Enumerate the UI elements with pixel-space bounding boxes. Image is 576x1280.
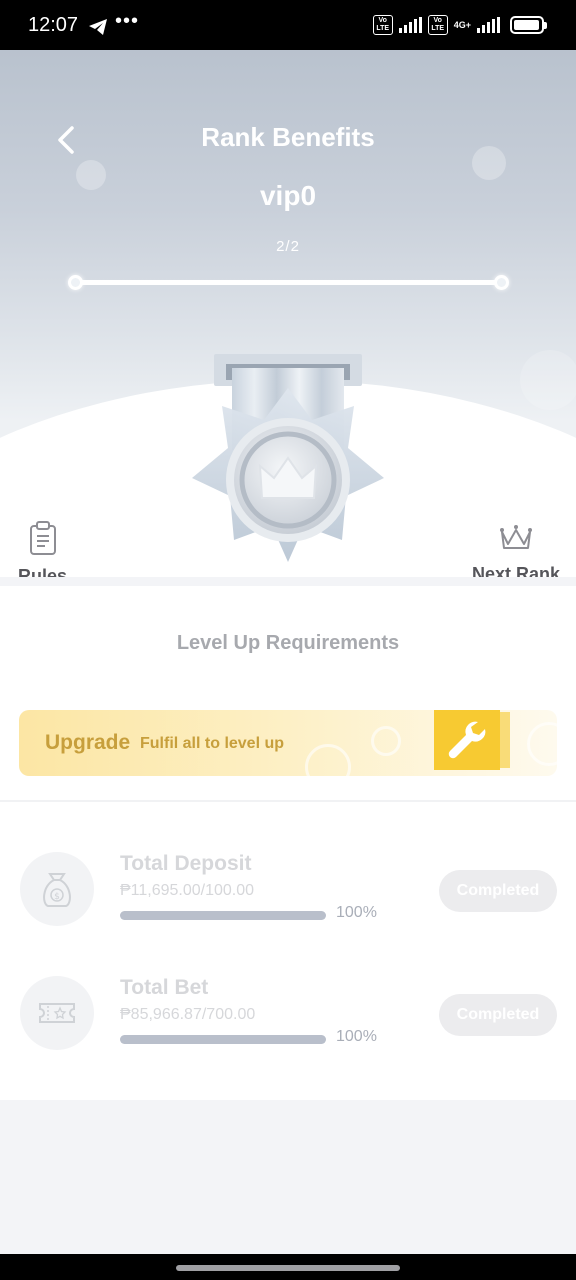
home-gesture-handle[interactable] <box>176 1265 400 1271</box>
rank-medal-icon <box>188 350 388 572</box>
page-title: Rank Benefits <box>201 122 375 152</box>
money-bag-icon: $ <box>20 852 94 926</box>
wrench-icon <box>434 710 500 770</box>
completed-button[interactable]: Completed <box>439 870 557 912</box>
decor-ring <box>371 726 401 756</box>
volte-icon: Vo LTE <box>427 15 448 35</box>
completed-button[interactable]: Completed <box>439 994 557 1036</box>
page-indicator: 2/2 <box>276 238 300 255</box>
rank-dot[interactable] <box>68 275 83 290</box>
signal-icon <box>398 17 422 33</box>
progress-bar <box>120 911 326 920</box>
battery-icon <box>510 16 547 34</box>
system-nav-bar <box>0 1254 576 1280</box>
next-rank-button[interactable]: Next Rank <box>472 520 560 580</box>
divider <box>0 800 576 802</box>
requirement-percent: 100% <box>336 1028 377 1045</box>
volte-icon: Vo LTE <box>372 15 393 35</box>
upgrade-label: Upgrade <box>45 731 131 754</box>
status-time: 12:07 <box>28 14 79 36</box>
rules-button[interactable]: Rules <box>18 520 67 580</box>
decor-ring <box>527 722 557 766</box>
svg-text:$: $ <box>54 892 60 902</box>
requirement-value: ₱11,695.00/100.00 <box>120 882 255 899</box>
requirement-item: $ Total Deposit ₱11,695.00/100.00 100% C… <box>0 852 576 932</box>
requirement-value: ₱85,966.87/700.00 <box>120 1006 256 1023</box>
rank-header: Rank Benefits vip0 2/2 Rules Next Rank <box>0 50 576 580</box>
requirement-percent: 100% <box>336 904 377 921</box>
network-type: 4G+ <box>453 19 471 30</box>
ticket-icon <box>20 976 94 1050</box>
section-title: Level Up Requirements <box>176 632 400 654</box>
more-notifications-icon: ••• <box>115 10 140 32</box>
signal-icon <box>477 17 500 33</box>
status-bar: 12:07 ••• Vo LTE Vo LTE 4G+ <box>0 0 576 50</box>
requirement-item: Total Bet ₱85,966.87/700.00 100% Complet… <box>0 976 576 1056</box>
telegram-icon <box>88 18 108 41</box>
vip-level: vip0 <box>259 180 317 211</box>
upgrade-banner[interactable]: Upgrade Fulfil all to level up <box>19 710 557 776</box>
rank-dot[interactable] <box>494 275 509 290</box>
rank-progress-track <box>75 280 502 285</box>
crown-icon <box>500 525 533 549</box>
clipboard-icon <box>29 521 56 555</box>
requirement-name: Total Deposit <box>120 852 252 875</box>
section-divider <box>0 577 576 586</box>
decor-ring <box>305 744 351 776</box>
progress-bar <box>120 1035 326 1044</box>
requirements-section: Level Up Requirements Upgrade Fulfil all… <box>0 586 576 1100</box>
upgrade-subtitle: Fulfil all to level up <box>140 735 285 752</box>
decor-bubble <box>520 350 576 410</box>
requirement-name: Total Bet <box>120 976 209 999</box>
